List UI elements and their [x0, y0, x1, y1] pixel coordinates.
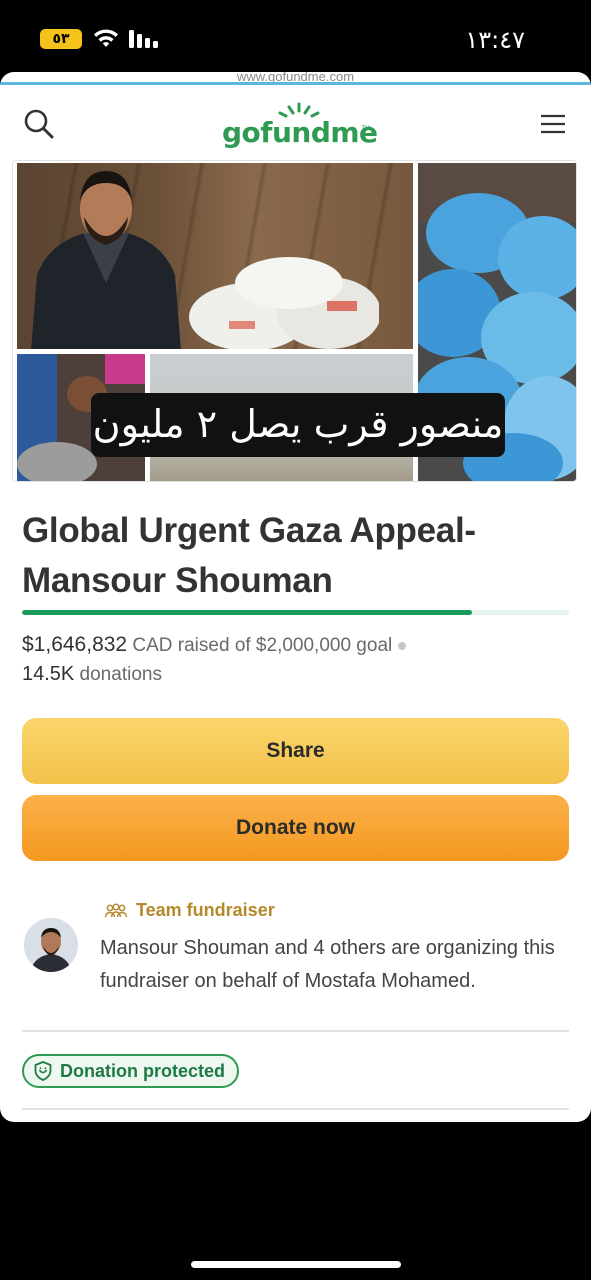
image-caption-overlay: منصور قرب يصل ٢ مليون	[91, 393, 505, 457]
team-fundraiser-text: Team fundraiser	[136, 900, 275, 920]
cellular-signal-icon	[129, 30, 158, 48]
person-figure	[31, 171, 181, 349]
battery-indicator: ٥٣	[40, 29, 82, 49]
organizer-section: Team fundraiser Mansour Shouman and 4 ot…	[22, 892, 572, 1002]
raised-summary: $1,646,832 CAD raised of $2,000,000 goal	[22, 633, 572, 657]
page-load-bar	[0, 82, 591, 85]
donation-protected-badge[interactable]: Donation protected	[22, 1054, 239, 1088]
battery-percent: ٥٣	[52, 31, 70, 47]
team-fundraiser-label: Team fundraiser	[104, 900, 275, 921]
separator-dot	[398, 641, 407, 650]
donation-count-line[interactable]: 14.5K donations	[22, 663, 162, 686]
organizer-avatar[interactable]	[24, 918, 78, 972]
campaign-hero-image[interactable]: منصور قرب يصل ٢ مليون	[12, 160, 577, 482]
organizer-description: Mansour Shouman and 4 others are organiz…	[100, 937, 555, 992]
hamburger-menu-icon[interactable]	[539, 112, 567, 136]
section-divider	[22, 1030, 569, 1032]
shield-icon	[34, 1061, 52, 1081]
team-people-icon	[104, 902, 128, 917]
campaign-title: Global Urgent Gaza Appeal-Mansour Shouma…	[22, 511, 476, 600]
photo-man-with-sacks	[17, 163, 413, 349]
home-indicator[interactable]	[191, 1261, 401, 1268]
webpage: www.gofundme.com gofundme TM منصور قرب ي…	[0, 72, 591, 1122]
raised-goal-text: CAD raised of $2,000,000 goal	[132, 635, 393, 656]
donation-count: 14.5K	[22, 663, 75, 685]
donate-now-button[interactable]: Donate now	[22, 795, 569, 861]
status-time: ١٣:٤٧	[465, 26, 525, 54]
wifi-icon	[94, 29, 118, 47]
search-icon[interactable]	[23, 108, 55, 140]
share-button[interactable]: Share	[22, 718, 569, 784]
logo-wordmark: gofundme	[222, 116, 378, 149]
fundraising-progress-bar	[22, 610, 569, 615]
flour-sacks	[189, 257, 379, 349]
raised-amount: $1,646,832	[22, 633, 128, 656]
progress-fill	[22, 610, 473, 615]
site-header: gofundme TM	[0, 96, 591, 156]
section-divider-bottom	[22, 1108, 569, 1110]
avatar-portrait	[24, 918, 78, 972]
logo-trademark: TM	[361, 126, 370, 132]
donation-count-label: donations	[79, 664, 162, 685]
donation-protected-text: Donation protected	[60, 1060, 225, 1081]
status-bar: ٥٣ ١٣:٤٧	[0, 0, 591, 72]
gofundme-logo[interactable]: gofundme TM	[222, 102, 378, 152]
